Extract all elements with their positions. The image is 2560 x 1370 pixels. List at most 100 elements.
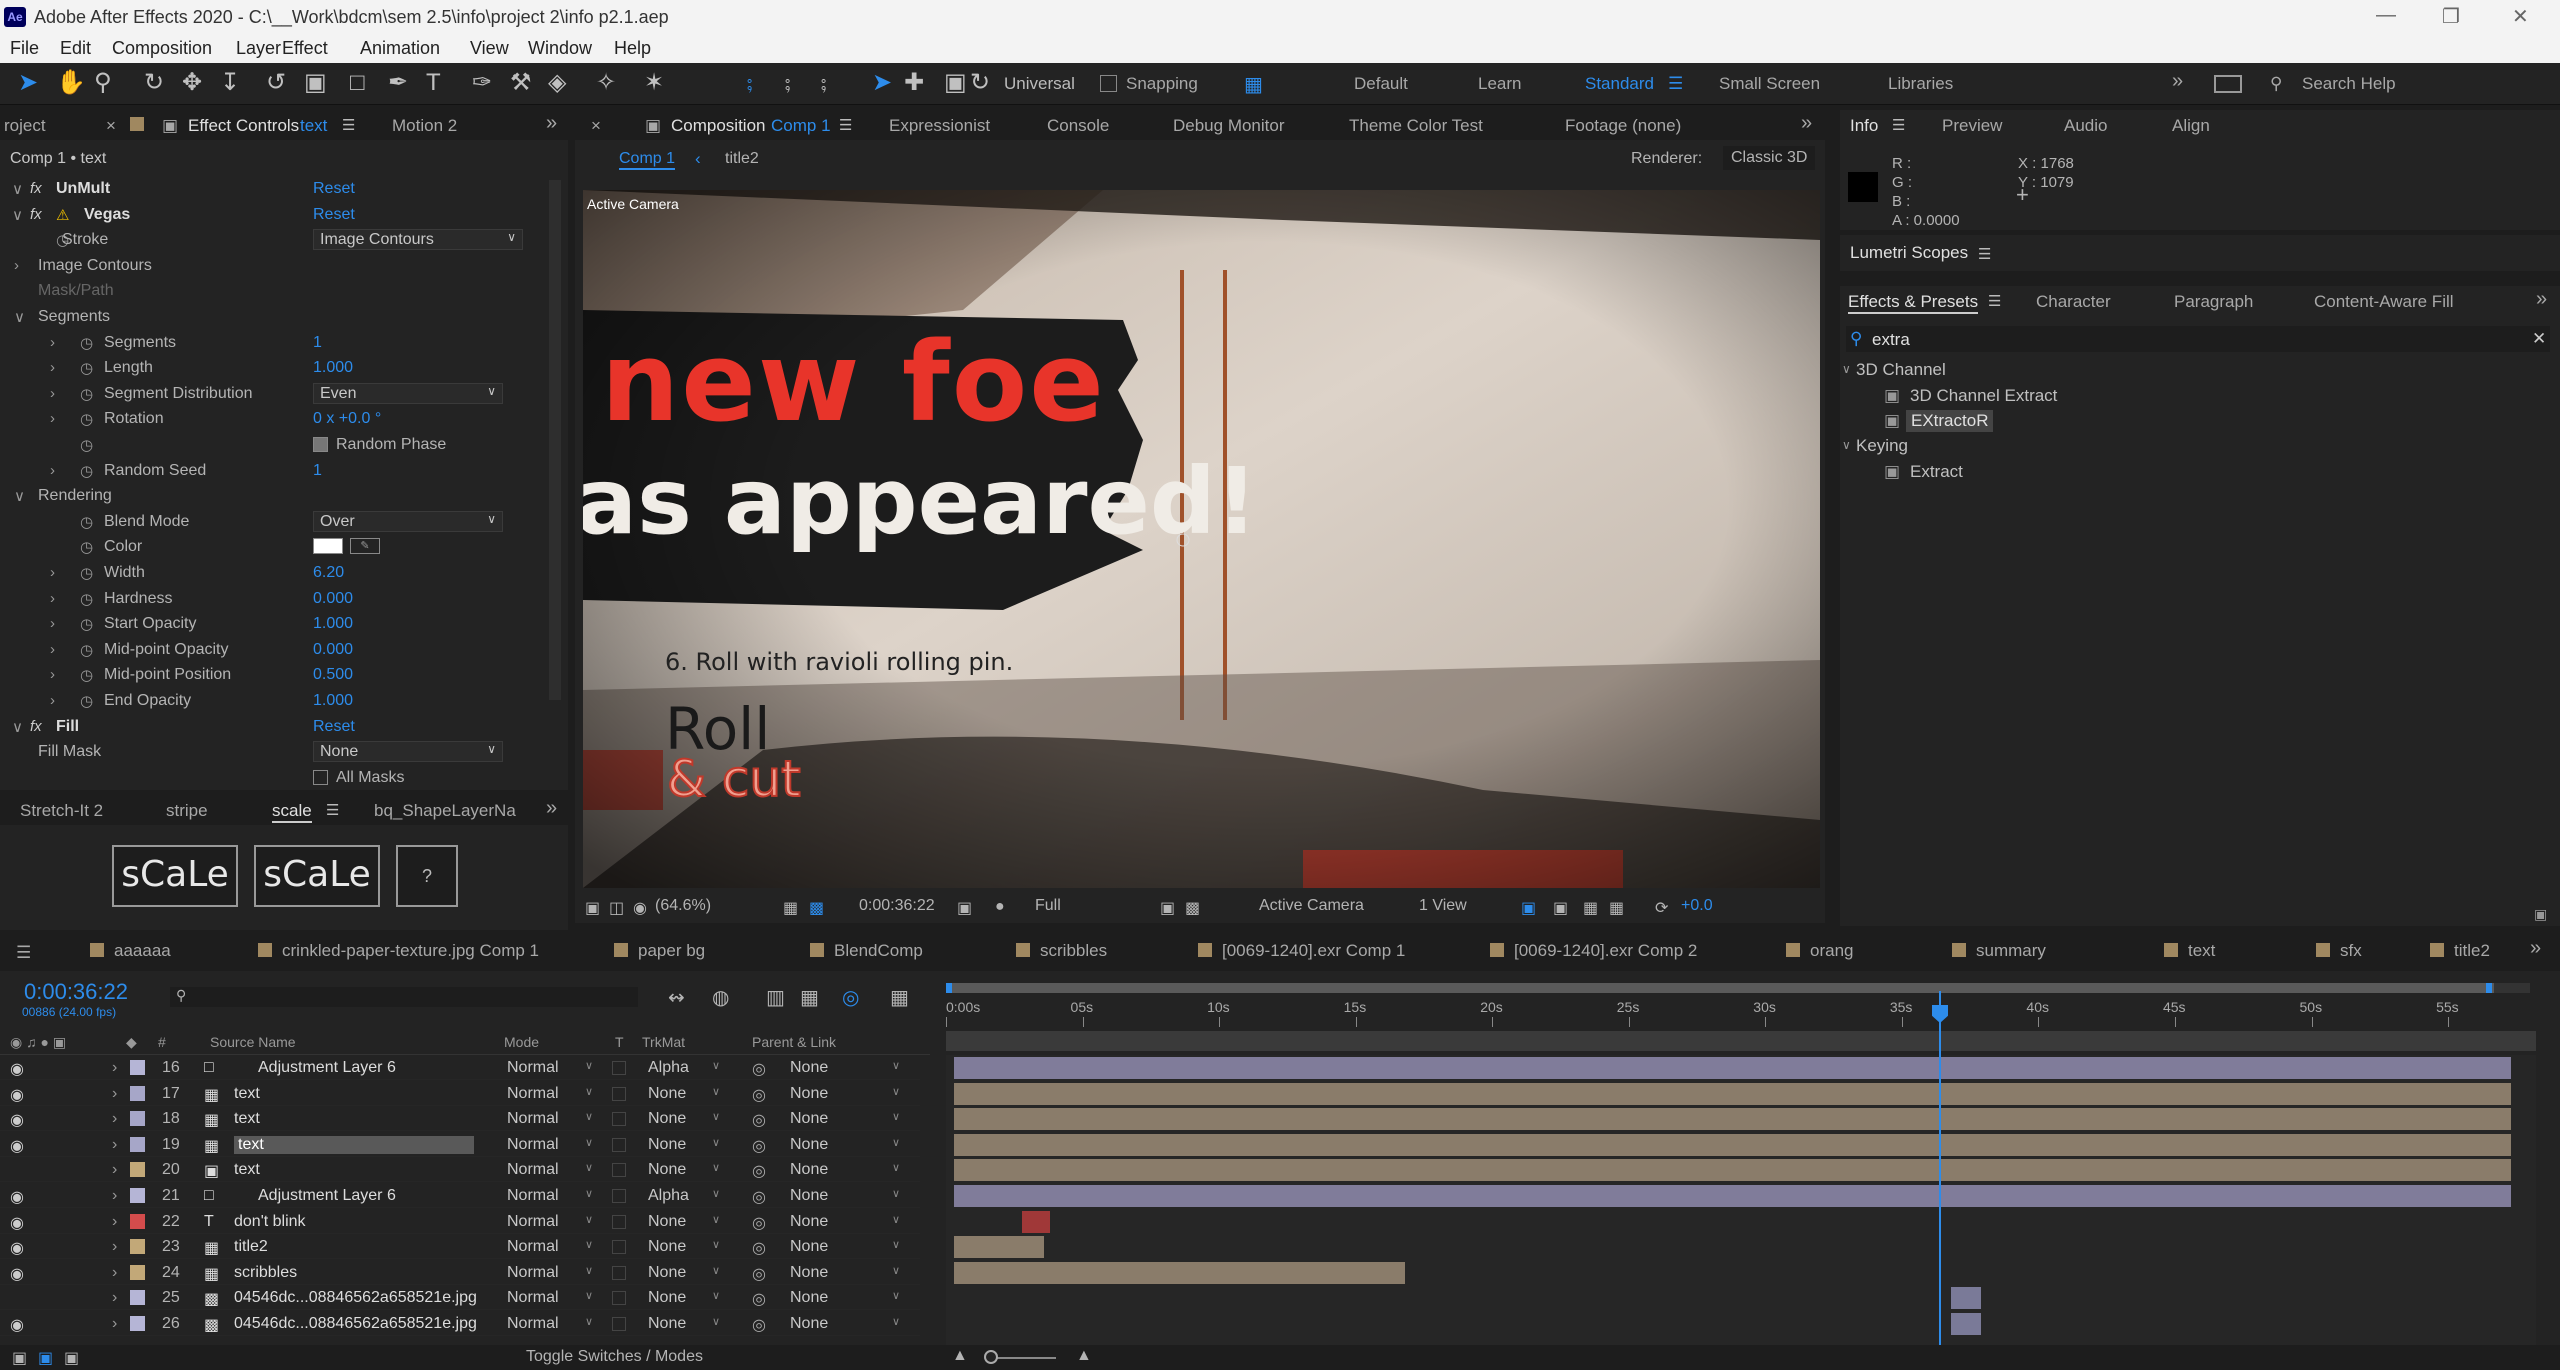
property-value[interactable]: 1 xyxy=(313,334,322,352)
layer-duration-bar[interactable] xyxy=(954,1108,2511,1131)
timeline-timecode[interactable]: 0:00:36:22 xyxy=(24,979,128,1005)
pick-whip-icon[interactable]: ◎ xyxy=(752,1213,766,1233)
layer-mode-select[interactable]: Normal xyxy=(507,1264,559,1282)
layer-trkmat-select[interactable]: Alpha xyxy=(648,1187,689,1205)
effect-property-row[interactable]: › ◷ Random Seed 1 xyxy=(0,458,545,483)
zoom-out-icon[interactable]: ▲ xyxy=(952,1347,968,1365)
stopwatch-icon[interactable]: ◷ xyxy=(80,513,93,531)
property-dropdown[interactable]: Image Contours ∨ xyxy=(313,229,523,251)
expand-arrow-icon[interactable]: › xyxy=(50,410,55,427)
effect-property-row[interactable]: All Masks xyxy=(0,765,545,786)
layer-row[interactable]: ◉ › 21 □ Adjustment Layer 6 Normal ∨ Alpha ∨ ◎ Non… xyxy=(0,1183,920,1208)
fx-toggle-icon[interactable]: fx xyxy=(30,206,42,223)
checkbox[interactable] xyxy=(313,437,328,452)
expand-arrow-icon[interactable]: › xyxy=(112,1136,117,1154)
close-tab-icon[interactable]: × xyxy=(106,116,116,136)
stopwatch-icon[interactable]: ◷ xyxy=(80,590,93,608)
layer-duration-bar[interactable] xyxy=(954,1082,2511,1105)
transparency-grid-icon[interactable]: ▩ xyxy=(809,898,824,918)
type-tool-icon[interactable]: T xyxy=(426,71,441,95)
layer-name[interactable]: scribbles xyxy=(234,1264,297,1282)
close-icon[interactable]: ✕ xyxy=(2512,4,2529,29)
renderer-select[interactable]: Classic 3D xyxy=(1723,146,1816,170)
menu-effect[interactable]: Effect xyxy=(282,38,328,59)
tab-composition[interactable]: Composition xyxy=(671,116,766,136)
property-value[interactable]: 1.000 xyxy=(313,359,353,377)
safe-zones-icon[interactable]: ▦ xyxy=(783,898,798,918)
resolution-select[interactable]: Full xyxy=(1035,897,1061,915)
layer-duration-bar[interactable] xyxy=(954,1261,1405,1284)
property-value[interactable]: 0 x +0.0 ° xyxy=(313,410,381,428)
tab-bq-shapelayer[interactable]: bq_ShapeLayerNa xyxy=(374,801,516,821)
preserve-transparency-toggle[interactable] xyxy=(612,1265,626,1280)
label-color-chip[interactable] xyxy=(130,1136,145,1152)
layer-mode-select[interactable]: Normal xyxy=(507,1315,559,1333)
motion-blur-icon[interactable]: ◎ xyxy=(842,985,859,1010)
workspace-standard[interactable]: Standard xyxy=(1585,74,1654,94)
panel-overflow-icon[interactable]: » xyxy=(546,797,557,820)
tab-scale[interactable]: scale xyxy=(272,801,312,823)
layer-row[interactable]: › 20 ▣ text Normal ∨ None ∨ ◎ None ∨ xyxy=(0,1157,920,1183)
layer-row[interactable]: ◉ › 17 ▦ text Normal ∨ None ∨ ◎ None ∨ xyxy=(0,1081,920,1106)
timeline-tab[interactable]: orang xyxy=(1786,941,1853,961)
region-icon[interactable]: ▣ xyxy=(1160,898,1175,918)
comp-mini-flowchart-icon[interactable]: ↭ xyxy=(668,985,685,1010)
timeline-tab[interactable]: [0069-1240].exr Comp 2 xyxy=(1490,941,1697,961)
scale-button-1[interactable]: sCaLe xyxy=(112,845,238,907)
effect-property-row[interactable]: › ◷ Start Opacity 1.000 xyxy=(0,611,545,636)
header-source-name[interactable]: Source Name xyxy=(210,1034,296,1050)
layer-name[interactable]: 04546dc...08846562a658521e.jpg xyxy=(234,1289,477,1307)
layer-parent-select[interactable]: None xyxy=(790,1187,828,1205)
timeline-tab[interactable]: sfx xyxy=(2316,941,2362,961)
layer-duration-bar[interactable] xyxy=(1022,1210,1050,1233)
breadcrumb-title2[interactable]: title2 xyxy=(725,150,759,168)
workspace-overflow-icon[interactable]: » xyxy=(2172,70,2183,93)
composition-viewer[interactable]: Active Camera new foe as appeared! 6. Ro… xyxy=(583,190,1820,888)
layer-duration-bar[interactable] xyxy=(1950,1287,1981,1310)
stopwatch-icon[interactable]: ◷ xyxy=(80,462,93,480)
timeline-tab[interactable]: summary xyxy=(1952,941,2046,961)
property-value[interactable]: 0.500 xyxy=(313,666,353,684)
layer-parent-select[interactable]: None xyxy=(790,1213,828,1231)
expand-arrow-icon[interactable]: › xyxy=(50,334,55,351)
panel-overflow-icon[interactable]: » xyxy=(2530,937,2541,960)
layer-mode-select[interactable]: Normal xyxy=(507,1110,559,1128)
brush-tool-icon[interactable]: ✑ xyxy=(472,71,492,95)
effect-property-row[interactable]: ∨ Rendering xyxy=(0,483,545,508)
help-button[interactable]: ? xyxy=(396,845,458,907)
restore-icon[interactable]: ❐ xyxy=(2442,4,2460,29)
menu-layer[interactable]: Layer xyxy=(236,38,281,59)
panel-overflow-icon[interactable]: » xyxy=(2536,288,2547,311)
expand-arrow-icon[interactable]: ∨ xyxy=(1842,438,1851,452)
layer-trkmat-select[interactable]: None xyxy=(648,1238,686,1256)
effect-property-row[interactable]: Fill Mask None ∨ xyxy=(0,739,545,764)
tab-comp-name[interactable]: Comp 1 xyxy=(771,116,831,136)
menu-composition[interactable]: Composition xyxy=(112,38,212,59)
zoom-select[interactable]: (64.6%) xyxy=(655,897,711,915)
workspace-learn[interactable]: Learn xyxy=(1478,74,1521,94)
vr-icon[interactable]: ◉ xyxy=(633,898,647,918)
expand-arrow-icon[interactable]: › xyxy=(50,590,55,607)
panel-overflow-icon[interactable]: » xyxy=(1801,112,1812,135)
label-color-chip[interactable] xyxy=(130,1060,145,1075)
snap-options-icon[interactable]: ▦ xyxy=(1244,73,1263,97)
effect-property-row[interactable]: Mask/Path xyxy=(0,278,545,303)
layer-trkmat-select[interactable]: None xyxy=(648,1289,686,1307)
effects-search-input[interactable]: extra xyxy=(1872,330,1910,350)
label-color-chip[interactable] xyxy=(130,1162,145,1178)
layer-row[interactable]: ◉ › 22 Tdon't blink Normal ∨ None ∨ ◎ None ∨ xyxy=(0,1209,920,1234)
layer-mode-select[interactable]: Normal xyxy=(507,1136,559,1154)
layer-duration-bar[interactable] xyxy=(954,1057,2511,1079)
property-value[interactable]: 1.000 xyxy=(313,615,353,633)
pick-whip-icon[interactable]: ◎ xyxy=(752,1136,766,1156)
timeline-tab[interactable]: BlendComp xyxy=(810,941,923,961)
expand-arrow-icon[interactable]: › xyxy=(112,1238,117,1256)
layer-name[interactable]: text xyxy=(234,1110,260,1128)
timeline-tab[interactable]: text xyxy=(2164,941,2215,961)
snapshot-icon[interactable]: ▣ xyxy=(957,898,972,918)
timeline-tab[interactable]: scribbles xyxy=(1016,941,1107,961)
rectangle-tool-icon[interactable]: □ xyxy=(350,71,365,95)
panel-overflow-icon[interactable]: » xyxy=(546,112,557,135)
stopwatch-icon[interactable]: ◷ xyxy=(80,666,93,684)
tab-footage[interactable]: Footage (none) xyxy=(1565,116,1681,136)
